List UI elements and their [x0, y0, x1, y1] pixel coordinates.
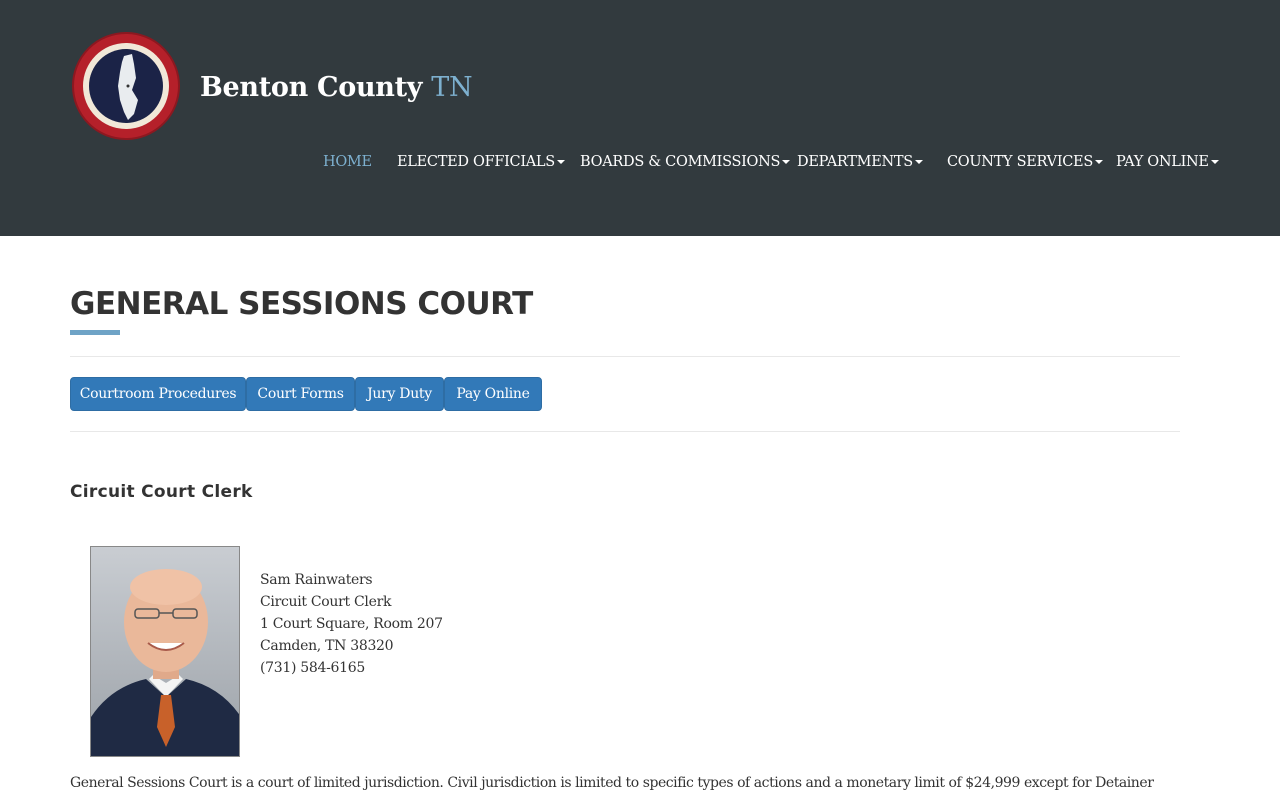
page-title: GENERAL SESSIONS COURT — [70, 286, 533, 322]
brand-accent: TN — [431, 72, 473, 103]
caret-down-icon — [914, 160, 923, 164]
site-header: Benton County TN HOME ELECTED OFFICIALS … — [0, 0, 1280, 236]
portrait-image — [91, 569, 239, 756]
nav-boards-commissions-label: BOARDS & COMMISSIONS — [580, 154, 781, 170]
clerk-role: Circuit Court Clerk — [260, 594, 392, 610]
nav-boards-commissions[interactable]: BOARDS & COMMISSIONS — [580, 154, 791, 170]
caret-down-icon — [1210, 160, 1219, 164]
pay-online-button[interactable]: Pay Online — [444, 377, 542, 411]
clerk-contact: Sam Rainwaters Circuit Court Clerk 1 Cou… — [260, 569, 443, 679]
nav-county-services[interactable]: COUNTY SERVICES — [947, 154, 1103, 170]
court-forms-button[interactable]: Court Forms — [246, 377, 355, 411]
nav-county-services-label: COUNTY SERVICES — [947, 154, 1093, 170]
nav-departments-label: DEPARTMENTS — [797, 154, 913, 170]
clerk-address-line2: Camden, TN 38320 — [260, 638, 394, 654]
nav-pay-online-label: PAY ONLINE — [1116, 154, 1209, 170]
title-underline — [70, 330, 120, 335]
nav-home-label: HOME — [323, 154, 372, 170]
site-brand[interactable]: Benton County TN — [200, 72, 473, 103]
brand-main: Benton County — [200, 72, 423, 103]
clerk-photo — [90, 546, 240, 757]
nav-departments[interactable]: DEPARTMENTS — [797, 154, 923, 170]
caret-down-icon — [1094, 160, 1103, 164]
nav-home[interactable]: HOME — [323, 154, 372, 170]
divider — [70, 356, 1180, 357]
nav-pay-online[interactable]: PAY ONLINE — [1116, 154, 1219, 170]
county-seal-logo[interactable] — [72, 32, 180, 140]
clerk-name: Sam Rainwaters — [260, 572, 373, 588]
county-map-icon — [118, 54, 138, 120]
caret-down-icon — [556, 160, 565, 164]
caret-down-icon — [782, 160, 791, 164]
section-title: Circuit Court Clerk — [70, 482, 253, 502]
courtroom-procedures-button[interactable]: Courtroom Procedures — [70, 377, 246, 411]
nav-elected-officials[interactable]: ELECTED OFFICIALS — [397, 154, 565, 170]
nav-elected-officials-label: ELECTED OFFICIALS — [397, 154, 555, 170]
divider — [70, 431, 1180, 432]
clerk-address-line1: 1 Court Square, Room 207 — [260, 616, 443, 632]
court-description: General Sessions Court is a court of lim… — [70, 775, 1154, 791]
clerk-phone: (731) 584-6165 — [260, 660, 365, 676]
jury-duty-button[interactable]: Jury Duty — [355, 377, 444, 411]
